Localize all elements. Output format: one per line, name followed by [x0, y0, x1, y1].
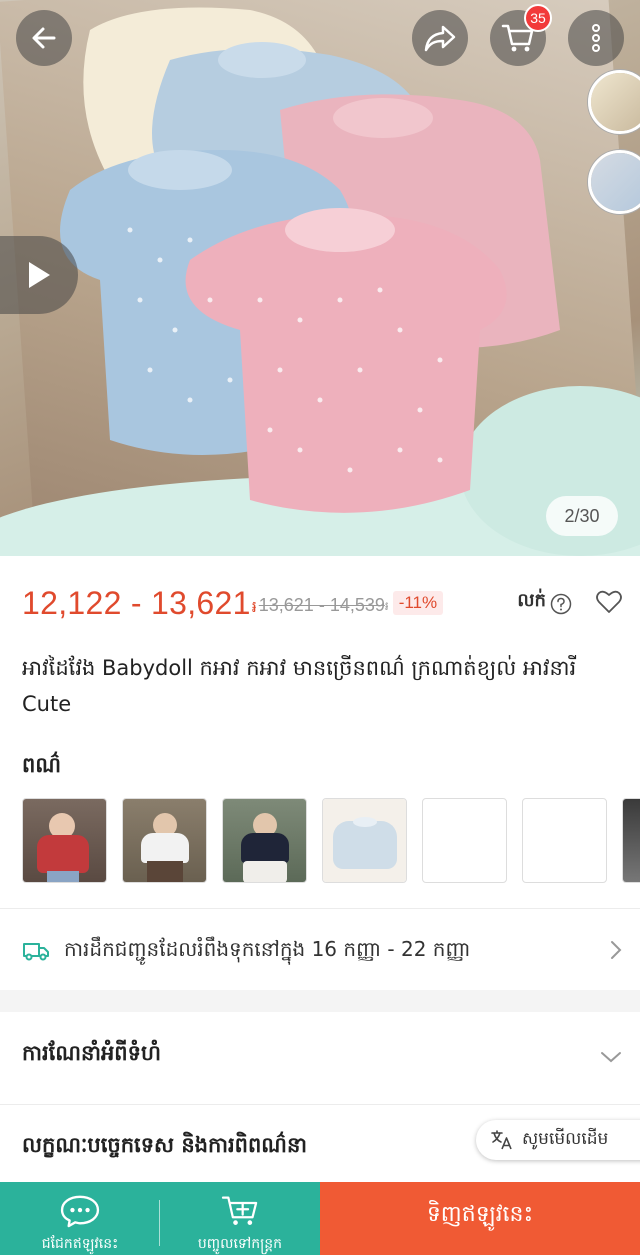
- sold-label: លក់: [517, 590, 546, 611]
- chat-label: ជជែកឥឡូវនេះ: [41, 1236, 119, 1252]
- swatch-blank-2[interactable]: [522, 798, 607, 883]
- share-icon: [424, 25, 456, 52]
- truck-icon: [23, 943, 49, 961]
- buy-now-label: ទិញឥឡូវនេះ: [426, 1201, 534, 1227]
- chat-button[interactable]: ជជែកឥឡូវនេះ: [0, 1182, 160, 1255]
- cart-count-badge: 35: [524, 4, 552, 32]
- specs-label: លក្ខណៈបច្ចេកទេស និងការពិពណ៌នា: [22, 1133, 307, 1157]
- bottom-action-bar: ជជែកឥឡូវនេះ បញ្ចូលទៅកន្ត្រក ទិញឥឡូវនេះ: [0, 1182, 640, 1255]
- back-button[interactable]: [16, 10, 72, 66]
- heart-icon[interactable]: [596, 590, 622, 614]
- image-counter: 2/30: [546, 496, 618, 536]
- bottom-green-group: ជជែកឥឡូវនេះ បញ្ចូលទៅកន្ត្រក: [0, 1182, 320, 1255]
- chevron-down-icon: [601, 1052, 621, 1063]
- swatch-red[interactable]: [22, 798, 107, 883]
- more-button[interactable]: [568, 10, 624, 66]
- old-price: 13,621 - 14,539: [258, 594, 385, 615]
- section-gap: [0, 990, 640, 1012]
- delivery-row[interactable]: ការដឹកជញ្ជូនដែលរំពឹងទុកនៅក្នុង 16 កញ្ញា …: [22, 930, 622, 972]
- chat-icon: [60, 1195, 100, 1228]
- play-video-button[interactable]: [0, 236, 78, 314]
- swatch-partial[interactable]: [622, 798, 640, 883]
- chevron-right-icon: [611, 941, 622, 959]
- price-row: 12,122 - 13,621 ៛ 13,621 - 14,539 ៛ -11%…: [22, 580, 622, 626]
- buy-now-button[interactable]: ទិញឥឡូវនេះ: [320, 1182, 640, 1255]
- add-cart-icon: [221, 1196, 258, 1225]
- color-swatches: [22, 798, 640, 883]
- size-guide-label: ការណែនាំអំពីទំហំ: [22, 1041, 161, 1065]
- discount-badge: -11%: [392, 591, 444, 615]
- price: 12,122 - 13,621: [22, 584, 251, 621]
- delivery-text: ការដឹកជញ្ជូនដែលរំពឹងទុកនៅក្នុង 16 កញ្ញា …: [64, 937, 471, 961]
- translate-label: សូមមើលដើម: [522, 1128, 609, 1149]
- translate-button[interactable]: សូមមើលដើម: [476, 1120, 640, 1160]
- swatch-white[interactable]: [122, 798, 207, 883]
- swatch-navy[interactable]: [222, 798, 307, 883]
- swatch-blank-1[interactable]: [422, 798, 507, 883]
- old-price-currency: ៛: [384, 599, 389, 613]
- add-to-cart-button[interactable]: បញ្ចូលទៅកន្ត្រក: [160, 1182, 320, 1255]
- color-label: ពណ៌: [22, 753, 61, 777]
- swatch-light-blue[interactable]: [322, 798, 407, 883]
- product-garments-illustration: [60, 7, 560, 513]
- product-image[interactable]: 35 2/30: [0, 0, 640, 556]
- share-button[interactable]: [412, 10, 468, 66]
- back-arrow-icon: [32, 27, 56, 49]
- price-currency: ៛: [251, 597, 257, 616]
- divider: [0, 1104, 640, 1105]
- add-cart-label: បញ្ចូលទៅកន្ត្រក: [197, 1236, 283, 1252]
- more-icon: [592, 24, 600, 52]
- divider: [0, 908, 640, 909]
- size-guide-row[interactable]: ការណែនាំអំពីទំហំ: [22, 1040, 622, 1071]
- cart-button[interactable]: 35: [490, 4, 552, 66]
- bottom-separator: [159, 1200, 160, 1246]
- translate-icon: [491, 1130, 512, 1150]
- product-title: អាវដៃវែង Babydoll កអាវ កអាវ មានច្រើនពណ៌ …: [22, 656, 577, 716]
- play-icon: [29, 262, 50, 288]
- help-icon[interactable]: [550, 593, 572, 615]
